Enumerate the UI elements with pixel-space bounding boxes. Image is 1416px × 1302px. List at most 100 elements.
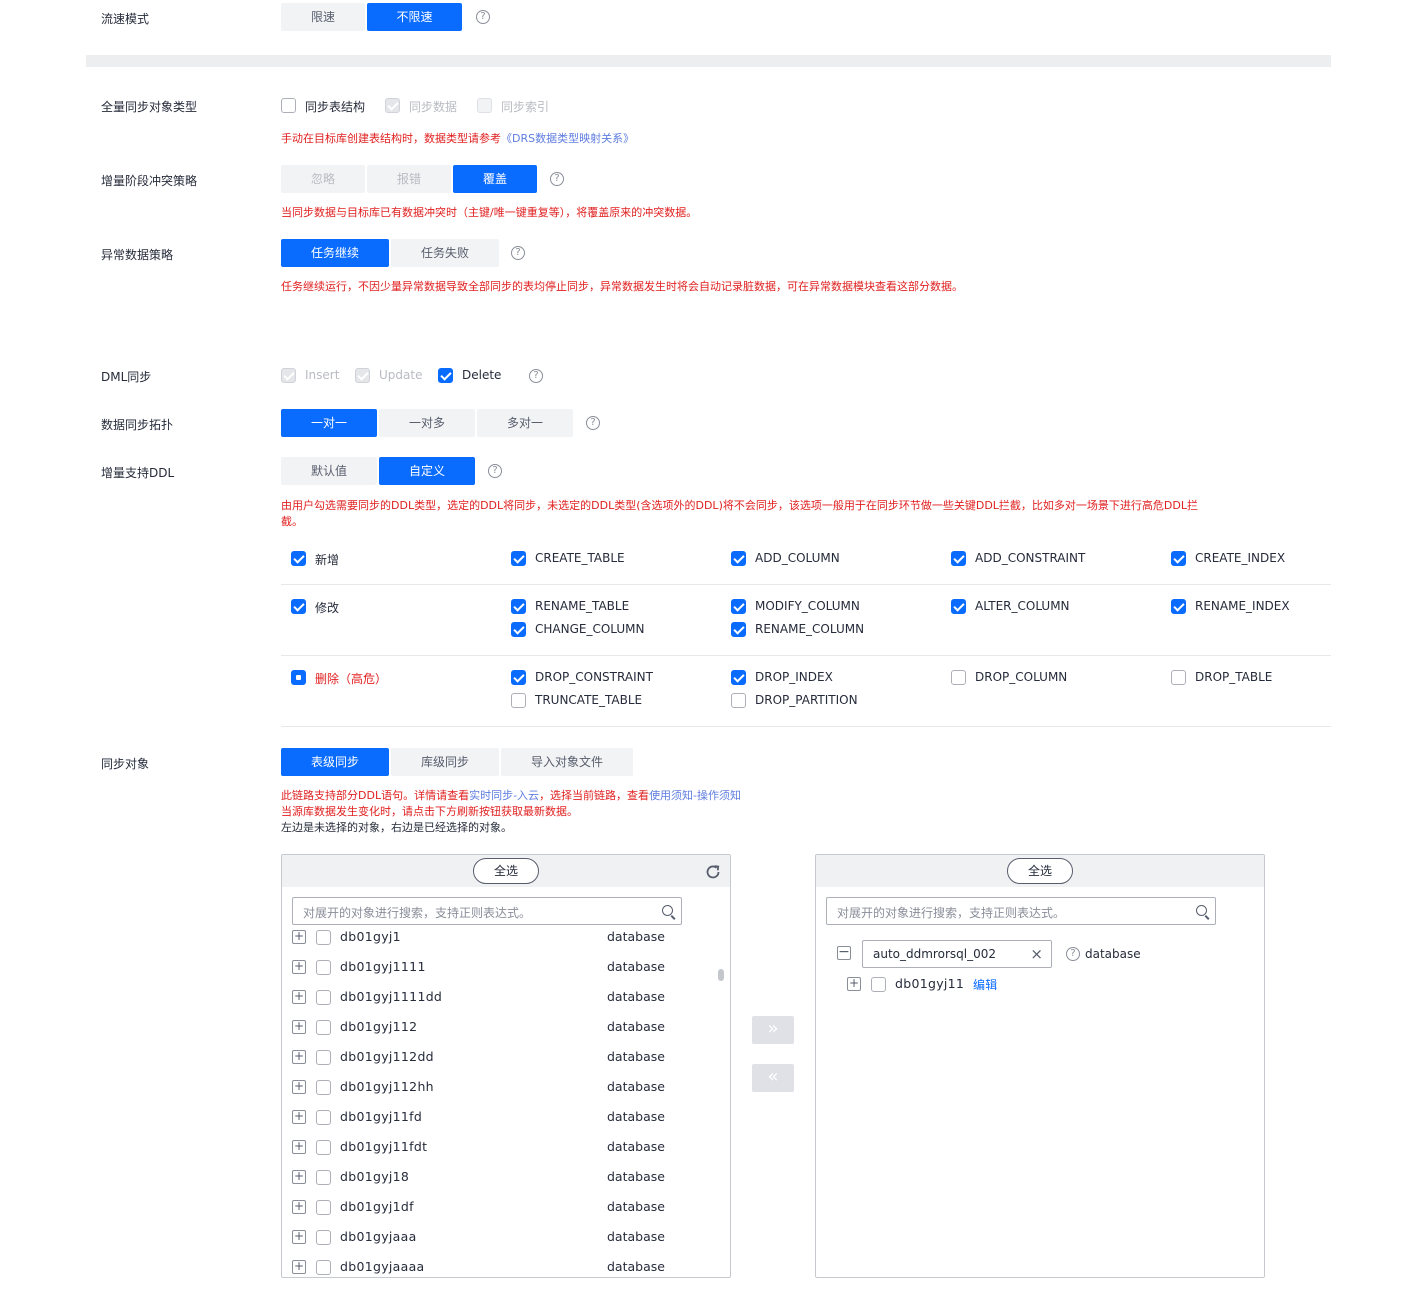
search-icon[interactable] <box>662 905 673 916</box>
help-icon[interactable]: ? <box>511 246 525 260</box>
expand-icon[interactable]: + <box>292 1200 306 1214</box>
ddl-rename-index-checkbox[interactable] <box>1171 599 1186 614</box>
ddl-support-label: 增量支持DDL <box>101 466 175 480</box>
realtime-sync-link[interactable]: 实时同步-入云 <box>469 789 539 802</box>
topology-one-to-one-button[interactable]: 一对一 <box>281 409 377 437</box>
ddl-default-button[interactable]: 默认值 <box>281 457 377 485</box>
ddl-group-add-checkbox[interactable] <box>291 551 306 566</box>
object-checkbox[interactable] <box>316 1260 331 1275</box>
refresh-icon[interactable] <box>704 863 722 881</box>
task-fail-button[interactable]: 任务失败 <box>391 239 499 267</box>
ddl-modify-column-checkbox[interactable] <box>731 599 746 614</box>
object-checkbox[interactable] <box>316 1020 331 1035</box>
ddl-group-delete-checkbox[interactable] <box>291 670 306 685</box>
expand-icon[interactable]: + <box>292 930 306 944</box>
ddl-drop-index-checkbox[interactable] <box>731 670 746 685</box>
object-checkbox[interactable] <box>316 1110 331 1125</box>
object-checkbox[interactable] <box>316 990 331 1005</box>
expand-icon[interactable]: + <box>292 1050 306 1064</box>
expand-icon[interactable]: + <box>292 1140 306 1154</box>
ddl-create-table-checkbox[interactable] <box>511 551 526 566</box>
sync-schema-label: 同步表结构 <box>305 100 366 114</box>
task-continue-button[interactable]: 任务继续 <box>281 239 389 267</box>
flow-mode-unlimited-button[interactable]: 不限速 <box>367 3 462 31</box>
object-name: db01gyj1 <box>340 929 401 944</box>
ddl-add-column-checkbox[interactable] <box>731 551 746 566</box>
object-checkbox[interactable] <box>316 1200 331 1215</box>
right-search-placeholder: 对展开的对象进行搜索，支持正则表达式。 <box>837 906 1066 920</box>
target-db-input[interactable]: auto_ddmrorsql_002 × <box>862 940 1052 968</box>
move-right-button[interactable]: » <box>752 1016 794 1044</box>
object-type: database <box>607 989 665 1004</box>
object-checkbox[interactable] <box>316 960 331 975</box>
topology-one-to-many-button[interactable]: 一对多 <box>379 409 475 437</box>
flow-mode-limit-button[interactable]: 限速 <box>281 3 365 31</box>
conflict-overwrite-button[interactable]: 覆盖 <box>453 165 537 193</box>
expand-icon[interactable]: + <box>292 1170 306 1184</box>
search-icon[interactable] <box>1196 905 1207 916</box>
full-sync-note-text: 手动在目标库创建表结构时，数据类型请参考 <box>281 132 501 145</box>
clear-icon[interactable]: × <box>1030 945 1043 963</box>
expand-icon[interactable]: + <box>292 990 306 1004</box>
child-object-checkbox[interactable] <box>871 977 886 992</box>
expand-icon[interactable]: + <box>292 1110 306 1124</box>
dml-delete-checkbox[interactable] <box>438 368 453 383</box>
left-search-input[interactable]: 对展开的对象进行搜索，支持正则表达式。 <box>292 897 682 925</box>
ddl-drop-table-checkbox[interactable] <box>1171 670 1186 685</box>
ddl-rename-column-checkbox[interactable] <box>731 622 746 637</box>
object-checkbox[interactable] <box>316 930 331 945</box>
ddl-truncate-table-checkbox[interactable] <box>511 693 526 708</box>
expand-icon[interactable]: + <box>292 1230 306 1244</box>
scrollbar-thumb[interactable] <box>718 969 724 981</box>
move-left-button[interactable]: « <box>752 1064 794 1092</box>
ddl-alter-column-checkbox[interactable] <box>951 599 966 614</box>
object-checkbox[interactable] <box>316 1080 331 1095</box>
ddl-group-modify-checkbox[interactable] <box>291 599 306 614</box>
object-checkbox[interactable] <box>316 1050 331 1065</box>
ddl-create-index-checkbox[interactable] <box>1171 551 1186 566</box>
right-search-input[interactable]: 对展开的对象进行搜索，支持正则表达式。 <box>826 897 1216 925</box>
object-checkbox[interactable] <box>316 1170 331 1185</box>
data-type-mapping-link[interactable]: 《DRS数据类型映射关系》 <box>501 132 634 145</box>
ddl-rename-index-label: RENAME_INDEX <box>1195 599 1290 613</box>
ddl-drop-column-checkbox[interactable] <box>951 670 966 685</box>
usage-notes-link[interactable]: 使用须知-操作须知 <box>649 789 741 802</box>
object-checkbox[interactable] <box>316 1140 331 1155</box>
ddl-drop-constraint-checkbox[interactable] <box>511 670 526 685</box>
edit-link[interactable]: 编辑 <box>973 976 998 993</box>
left-select-all-button[interactable]: 全选 <box>473 858 539 884</box>
topology-many-to-one-button[interactable]: 多对一 <box>477 409 573 437</box>
ddl-drop-partition-checkbox[interactable] <box>731 693 746 708</box>
object-checkbox[interactable] <box>316 1230 331 1245</box>
right-select-all-button[interactable]: 全选 <box>1007 858 1073 884</box>
expand-icon[interactable]: + <box>292 1260 306 1274</box>
help-icon[interactable]: ? <box>586 416 600 430</box>
ddl-custom-button[interactable]: 自定义 <box>379 457 475 485</box>
expand-icon[interactable]: + <box>292 1020 306 1034</box>
full-sync-note: 手动在目标库创建表结构时，数据类型请参考《DRS数据类型映射关系》 <box>281 130 634 146</box>
import-object-file-button[interactable]: 导入对象文件 <box>501 748 633 776</box>
ddl-add-constraint-label: ADD_CONSTRAINT <box>975 551 1086 565</box>
collapse-icon[interactable]: − <box>837 945 851 960</box>
table-level-sync-button[interactable]: 表级同步 <box>281 748 389 776</box>
conflict-policy-segment: 忽略 报错 覆盖 <box>281 165 539 193</box>
object-name: db01gyj1df <box>340 1199 414 1214</box>
help-icon[interactable]: ? <box>550 172 564 186</box>
object-name: db01gyj112dd <box>340 1049 434 1064</box>
help-icon[interactable]: ? <box>1066 947 1080 961</box>
sync-schema-checkbox[interactable] <box>281 98 296 113</box>
help-icon[interactable]: ? <box>529 369 543 383</box>
expand-icon[interactable]: + <box>292 1080 306 1094</box>
ddl-add-constraint-checkbox[interactable] <box>951 551 966 566</box>
object-type: database <box>607 1169 665 1184</box>
object-type: database <box>607 1109 665 1124</box>
object-name: db01gyj11fdt <box>340 1139 428 1154</box>
help-icon[interactable]: ? <box>488 464 502 478</box>
ddl-rename-table-checkbox[interactable] <box>511 599 526 614</box>
ddl-change-column-checkbox[interactable] <box>511 622 526 637</box>
sync-objects-note2: 当源库数据发生变化时，请点击下方刷新按钮获取最新数据。 <box>281 805 578 818</box>
db-level-sync-button[interactable]: 库级同步 <box>391 748 499 776</box>
expand-icon[interactable]: + <box>847 977 861 991</box>
expand-icon[interactable]: + <box>292 960 306 974</box>
help-icon[interactable]: ? <box>476 10 490 24</box>
